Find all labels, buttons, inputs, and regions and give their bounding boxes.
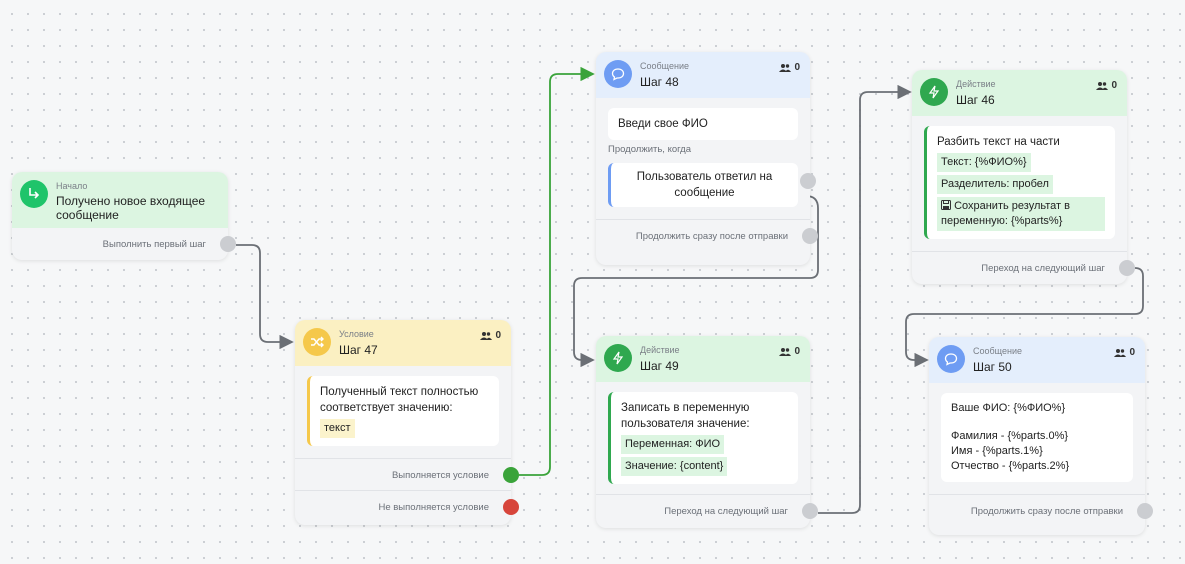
output-next-step: Переход на следующий шаг [912, 251, 1135, 283]
message-line: Имя - {%parts.1%} [951, 445, 1043, 457]
condition-card: Полученный текст полностью соответствует… [307, 376, 499, 446]
node-step: Шаг 50 [973, 360, 1012, 374]
output-port[interactable] [220, 236, 236, 252]
output-label: Продолжить сразу после отправки [635, 231, 788, 242]
save-icon [941, 200, 951, 210]
output-label: Не выполняется условие [378, 502, 489, 513]
step-47-node[interactable]: Условие Шаг 47 0 Полученный текст полнос… [295, 320, 519, 525]
message-line: Фамилия - {%parts.0%} [951, 430, 1069, 442]
condition-value: текст [320, 419, 355, 438]
message-line: Отчество - {%parts.2%} [951, 460, 1070, 472]
separator-tag: Разделитель: пробел [937, 175, 1053, 194]
node-category: Действие [956, 79, 996, 89]
output-label: Переход на следующий шаг [664, 506, 788, 517]
users-count: 0 [1096, 80, 1117, 91]
flow-canvas[interactable]: Начало Получено новое входящее сообщение… [0, 0, 1185, 564]
node-step: Шаг 49 [640, 359, 679, 373]
output-port-yes[interactable] [503, 467, 519, 483]
users-icon [480, 331, 493, 340]
output-port[interactable] [1137, 503, 1153, 519]
action-card: Записать в переменную пользователя значе… [608, 392, 798, 484]
message-line: Ваше ФИО: {%ФИО%} [951, 402, 1066, 414]
edge-47-48 [519, 66, 595, 476]
edge-49-46 [818, 84, 912, 514]
shuffle-icon [303, 328, 331, 356]
output-first-step: Выполнить первый шаг [12, 228, 236, 260]
save-result-text: Сохранить результат в переменную: {%part… [941, 200, 1070, 227]
message-card: Введи свое ФИО [608, 108, 798, 140]
users-count: 0 [779, 346, 800, 357]
reply-condition-card: Пользователь ответил на сообщение [608, 163, 798, 207]
message-icon [937, 345, 965, 373]
output-port-reply[interactable] [800, 173, 816, 189]
start-icon [20, 180, 48, 208]
action-text: Разбить текст на части [937, 136, 1060, 148]
message-icon [604, 60, 632, 88]
output-after-send: Продолжить сразу после отправки [929, 494, 1153, 526]
node-title: Получено новое входящее сообщение [56, 194, 206, 222]
output-label: Переход на следующий шаг [981, 263, 1105, 274]
lightning-icon [604, 344, 632, 372]
users-icon [779, 347, 792, 356]
node-category: Сообщение [973, 346, 1022, 356]
message-card: Ваше ФИО: {%ФИО%} Фамилия - {%parts.0%} … [941, 393, 1133, 482]
edge-start-47 [236, 244, 294, 350]
output-port[interactable] [802, 503, 818, 519]
output-next-step: Переход на следующий шаг [596, 494, 818, 526]
node-step: Шаг 47 [339, 343, 378, 357]
node-category: Сообщение [640, 61, 689, 71]
output-label: Выполняется условие [391, 470, 489, 481]
node-category: Начало [56, 181, 88, 191]
output-label: Продолжить сразу после отправки [970, 506, 1123, 517]
output-no: Не выполняется условие [295, 490, 519, 522]
node-step: Шаг 46 [956, 93, 995, 107]
output-port[interactable] [802, 228, 818, 244]
lightning-icon [920, 78, 948, 106]
output-port-no[interactable] [503, 499, 519, 515]
step-50-node[interactable]: Сообщение Шаг 50 0 Ваше ФИО: {%ФИО%} Фам… [929, 337, 1153, 535]
step-48-node[interactable]: Сообщение Шаг 48 0 Введи свое ФИО Продол… [596, 52, 818, 265]
variable-tag: Переменная: ФИО [621, 435, 725, 454]
step-46-node[interactable]: Действие Шаг 46 0 Разбить текст на части… [912, 70, 1135, 284]
condition-text: Полученный текст полностью соответствует… [320, 386, 479, 414]
users-count: 0 [480, 330, 501, 341]
output-after-send: Продолжить сразу после отправки [596, 219, 818, 251]
action-text: Записать в переменную пользователя значе… [621, 402, 750, 430]
users-count: 0 [1114, 347, 1135, 358]
action-card: Разбить текст на части Текст: {%ФИО%} Ра… [924, 126, 1115, 239]
output-label: Выполнить первый шаг [102, 239, 206, 250]
users-count: 0 [779, 62, 800, 73]
node-category: Условие [339, 329, 374, 339]
users-icon [1114, 348, 1127, 357]
users-icon [1096, 81, 1109, 90]
continue-label: Продолжить, когда [608, 144, 691, 155]
save-result-tag: Сохранить результат в переменную: {%part… [937, 197, 1105, 231]
value-tag: Значение: {content} [621, 457, 728, 476]
step-49-node[interactable]: Действие Шаг 49 0 Записать в переменную … [596, 336, 818, 528]
users-icon [779, 63, 792, 72]
node-step: Шаг 48 [640, 75, 679, 89]
output-yes: Выполняется условие [295, 458, 519, 490]
output-port[interactable] [1119, 260, 1135, 276]
text-tag: Текст: {%ФИО%} [937, 153, 1031, 172]
node-category: Действие [640, 345, 680, 355]
start-node[interactable]: Начало Получено новое входящее сообщение… [12, 172, 236, 260]
